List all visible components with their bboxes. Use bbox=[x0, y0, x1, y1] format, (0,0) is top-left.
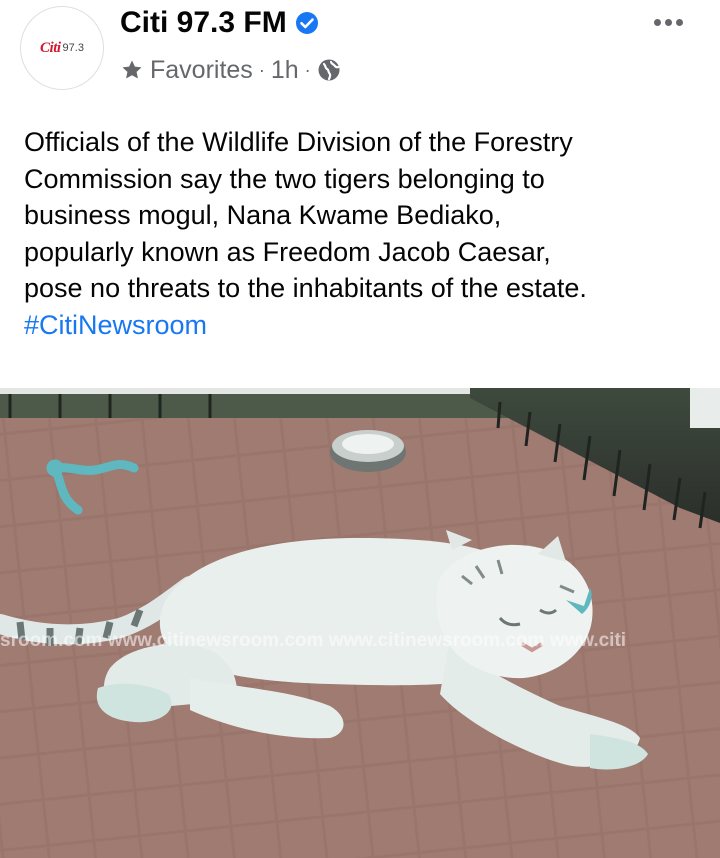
star-icon bbox=[122, 60, 142, 79]
avatar-logo-number: 97.3 bbox=[62, 42, 84, 54]
audience-label[interactable]: Favorites bbox=[150, 56, 253, 85]
meta-separator-2: · bbox=[304, 59, 311, 80]
post-text-line: Commission say the two tigers belonging … bbox=[24, 163, 545, 194]
tiger-photo-illustration: sroom.com www.citinewsroom.com www.citin… bbox=[0, 388, 720, 858]
photo-watermark: sroom.com www.citinewsroom.com www.citin… bbox=[0, 630, 626, 651]
metal-bowl bbox=[330, 430, 406, 472]
hashtag-link[interactable]: #CitiNewsroom bbox=[24, 307, 704, 344]
post-header: Citi 97.3 Citi 97.3 FM Favorites · 1h · bbox=[0, 0, 720, 110]
post-text-line: pose no threats to the inhabitants of th… bbox=[24, 273, 587, 303]
post-photo[interactable]: sroom.com www.citinewsroom.com www.citin… bbox=[0, 388, 720, 858]
post-text-line: Officials of the Wildlife Division of th… bbox=[24, 127, 573, 157]
page-avatar[interactable]: Citi 97.3 bbox=[20, 6, 104, 90]
globe-icon bbox=[318, 59, 340, 81]
post-text-line: popularly known as Freedom Jacob Caesar, bbox=[24, 236, 551, 267]
verified-badge-icon bbox=[295, 12, 318, 34]
meta-separator: · bbox=[258, 59, 265, 80]
more-dot-icon bbox=[653, 18, 661, 26]
post-meta: Favorites · 1h · bbox=[120, 54, 341, 86]
avatar-logo-text: Citi bbox=[40, 39, 61, 56]
more-options-button[interactable] bbox=[646, 8, 690, 36]
post-body: Officials of the Wildlife Division of th… bbox=[24, 124, 704, 343]
page-name-row: Citi 97.3 FM bbox=[120, 6, 319, 40]
post-timestamp[interactable]: 1h bbox=[271, 56, 299, 85]
page-name-link[interactable]: Citi 97.3 FM bbox=[120, 6, 287, 40]
more-dot-icon bbox=[675, 18, 683, 26]
post-text-line: business mogul, Nana Kwame Bediako, bbox=[24, 200, 502, 230]
more-dot-icon bbox=[664, 18, 672, 26]
